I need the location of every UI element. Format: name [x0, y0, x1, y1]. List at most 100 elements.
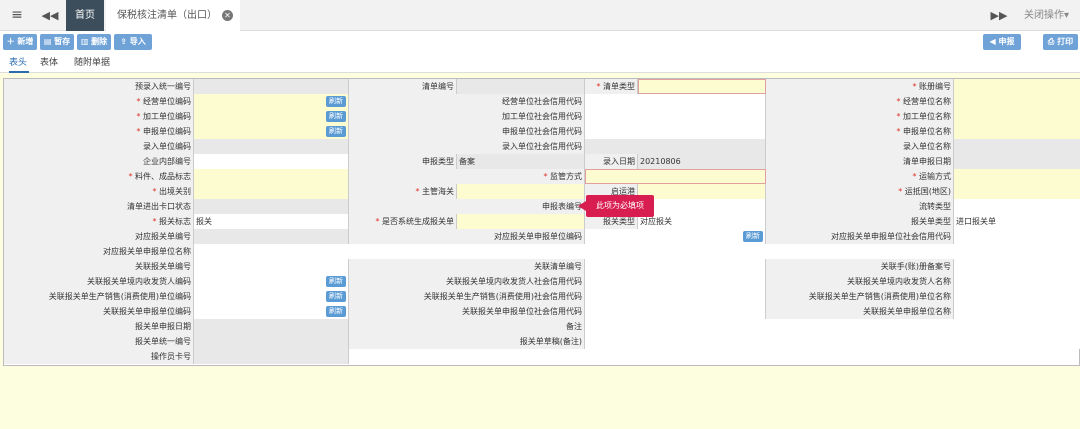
label-text: 清单申报日期 [903, 157, 951, 166]
delete-label: 删除 [91, 37, 108, 46]
label-text: 账册编号 [919, 82, 951, 91]
competent-customs-input[interactable] [457, 184, 585, 199]
related-declaring-unit-credit-code-input[interactable] [585, 304, 766, 319]
refresh-button[interactable]: 刷新 [326, 276, 346, 287]
corresponding-declaring-unit-name-input[interactable] [194, 244, 1080, 259]
field-label: * 主管海关 [349, 184, 457, 199]
tab-body[interactable]: 表体 [40, 53, 62, 73]
related-declaring-unit-name-input[interactable] [954, 304, 1080, 319]
departure-port-input[interactable] [638, 184, 766, 199]
auto-generate-declaration-select[interactable] [457, 214, 585, 229]
close-tab-icon[interactable]: ✕ [222, 10, 233, 21]
label-text: 关联手(账)册备案号 [880, 262, 951, 271]
refresh-button[interactable]: 刷新 [326, 126, 346, 137]
transfer-type-input[interactable] [954, 199, 1080, 214]
customs-flag-select[interactable]: 报关 [194, 214, 349, 229]
field-label: 申报单位社会信用代码 [349, 124, 585, 139]
related-manual-no-input[interactable] [954, 259, 1080, 274]
label-text: 关联报关单申报单位社会信用代码 [462, 307, 582, 316]
corresponding-declaring-unit-code-input[interactable]: 刷新 [585, 229, 766, 244]
field-label: 关联报关单生产销售(消费使用)单位名称 [766, 289, 954, 304]
refresh-button[interactable]: 刷新 [326, 96, 346, 107]
label-text: 申报单位名称 [903, 127, 951, 136]
save-draft-button[interactable]: ▤ 暂存 [40, 34, 74, 50]
customs-type-select[interactable]: 对应报关 [638, 214, 766, 229]
destination-country-input[interactable] [954, 184, 1080, 199]
field-label: * 经营单位名称 [766, 94, 954, 109]
form-row: * 报关标志 报关 * 是否系统生成报关单 报关类型 对应报关 报关单类型 进口… [4, 214, 1080, 229]
internal-no-input[interactable] [194, 154, 349, 169]
menu-icon[interactable]: ≡ [0, 0, 34, 31]
tab-scroll-right-icon[interactable]: ▶▶ [984, 0, 1014, 31]
form-row: 关联报关单编号 关联清单编号 关联手(账)册备案号 [4, 259, 1080, 274]
processing-unit-name-input[interactable] [954, 109, 1080, 124]
declaring-unit-code-input[interactable]: 刷新 [194, 124, 349, 139]
tab-active[interactable]: 保税核注清单（出口） [106, 0, 240, 31]
refresh-button[interactable]: 刷新 [326, 111, 346, 122]
field-label: 备注 [349, 319, 585, 334]
related-producer-code-input[interactable]: 刷新 [194, 289, 349, 304]
tooltip-arrow [578, 201, 586, 211]
processing-unit-code-input[interactable]: 刷新 [194, 109, 349, 124]
related-consignee-code-input[interactable]: 刷新 [194, 274, 349, 289]
related-producer-credit-code-input[interactable] [585, 289, 766, 304]
operating-unit-name-input[interactable] [954, 94, 1080, 109]
refresh-button[interactable]: 刷新 [743, 231, 763, 242]
exit-customs-input[interactable] [194, 184, 349, 199]
label-text: 备注 [566, 322, 582, 331]
print-button[interactable]: ⎙ 打印 [1043, 34, 1078, 50]
related-consignee-credit-code-input[interactable] [585, 274, 766, 289]
label-text: 申报类型 [422, 157, 454, 166]
transport-mode-input[interactable] [954, 169, 1080, 184]
declaring-unit-name-input[interactable] [954, 124, 1080, 139]
label-text: 关联报关单生产销售(消费使用)单位编码 [48, 292, 191, 301]
tab-scroll-left-icon[interactable]: ◀◀ [36, 0, 64, 31]
declaration-draft-remarks-input[interactable] [585, 334, 1080, 349]
field-label: 报关单统一编号 [4, 334, 194, 349]
label-text: 清单进出卡口状态 [127, 202, 191, 211]
field-label: 报关单申报日期 [4, 319, 194, 334]
add-button[interactable]: ＋ 新增 [3, 34, 37, 50]
operating-unit-code-input[interactable]: 刷新 [194, 94, 349, 109]
declaration-type-select[interactable]: 进口报关单 [954, 214, 1080, 229]
tab-home[interactable]: 首页 [66, 0, 104, 31]
field-label: 操作员卡号 [4, 349, 194, 364]
close-operations-menu[interactable]: 关闭操作▾ [1016, 0, 1080, 31]
entry-date-value: 20210806 [640, 157, 681, 166]
label-text: 关联报关单生产销售(消费使用)社会信用代码 [423, 292, 582, 301]
related-declaration-no-input[interactable] [194, 259, 349, 274]
tab-header[interactable]: 表头 [9, 53, 29, 73]
supervision-mode-input[interactable] [585, 169, 766, 184]
label-text: 报关类型 [603, 217, 635, 226]
field-label: 关联报关单申报单位编码 [4, 304, 194, 319]
remarks-input[interactable] [585, 319, 1080, 334]
list-type-select[interactable] [638, 79, 766, 94]
label-text: 关联报关单生产销售(消费使用)单位名称 [808, 292, 951, 301]
label-text: 报关标志 [159, 217, 191, 226]
field-label: 报关单类型 [766, 214, 954, 229]
field-label: 预录入统一编号 [4, 79, 194, 94]
field-label: * 出境关别 [4, 184, 194, 199]
related-producer-name-input[interactable] [954, 289, 1080, 304]
related-consignee-name-input[interactable] [954, 274, 1080, 289]
related-declaring-unit-code-input[interactable]: 刷新 [194, 304, 349, 319]
refresh-button[interactable]: 刷新 [326, 306, 346, 317]
delete-button[interactable]: ▥ 删除 [77, 34, 111, 50]
refresh-button[interactable]: 刷新 [326, 291, 346, 302]
import-button[interactable]: ⇪ 导入 [114, 34, 152, 50]
field-label: 关联报关单编号 [4, 259, 194, 274]
declare-button[interactable]: ◀ 申报 [983, 34, 1021, 50]
label-text: 报关单申报日期 [135, 322, 191, 331]
related-list-no-input[interactable] [585, 259, 766, 274]
form-row: 关联报关单生产销售(消费使用)单位编码 刷新 关联报关单生产销售(消费使用)社会… [4, 289, 1080, 304]
tab-attachments[interactable]: 随附单据 [74, 53, 118, 73]
material-product-flag-select[interactable] [194, 169, 349, 184]
label-text: 录入单位编码 [143, 142, 191, 151]
field-label: * 报关标志 [4, 214, 194, 229]
form-row: 预录入统一编号 清单编号 * 清单类型 * 账册编号 [4, 79, 1080, 94]
entry-unit-name-field [954, 139, 1080, 154]
account-book-no-input[interactable] [954, 79, 1080, 94]
label-text: 关联报关单申报单位名称 [863, 307, 951, 316]
field-label: 经营单位社会信用代码 [349, 94, 585, 109]
corresponding-declaring-unit-credit-code-input[interactable] [954, 229, 1080, 244]
